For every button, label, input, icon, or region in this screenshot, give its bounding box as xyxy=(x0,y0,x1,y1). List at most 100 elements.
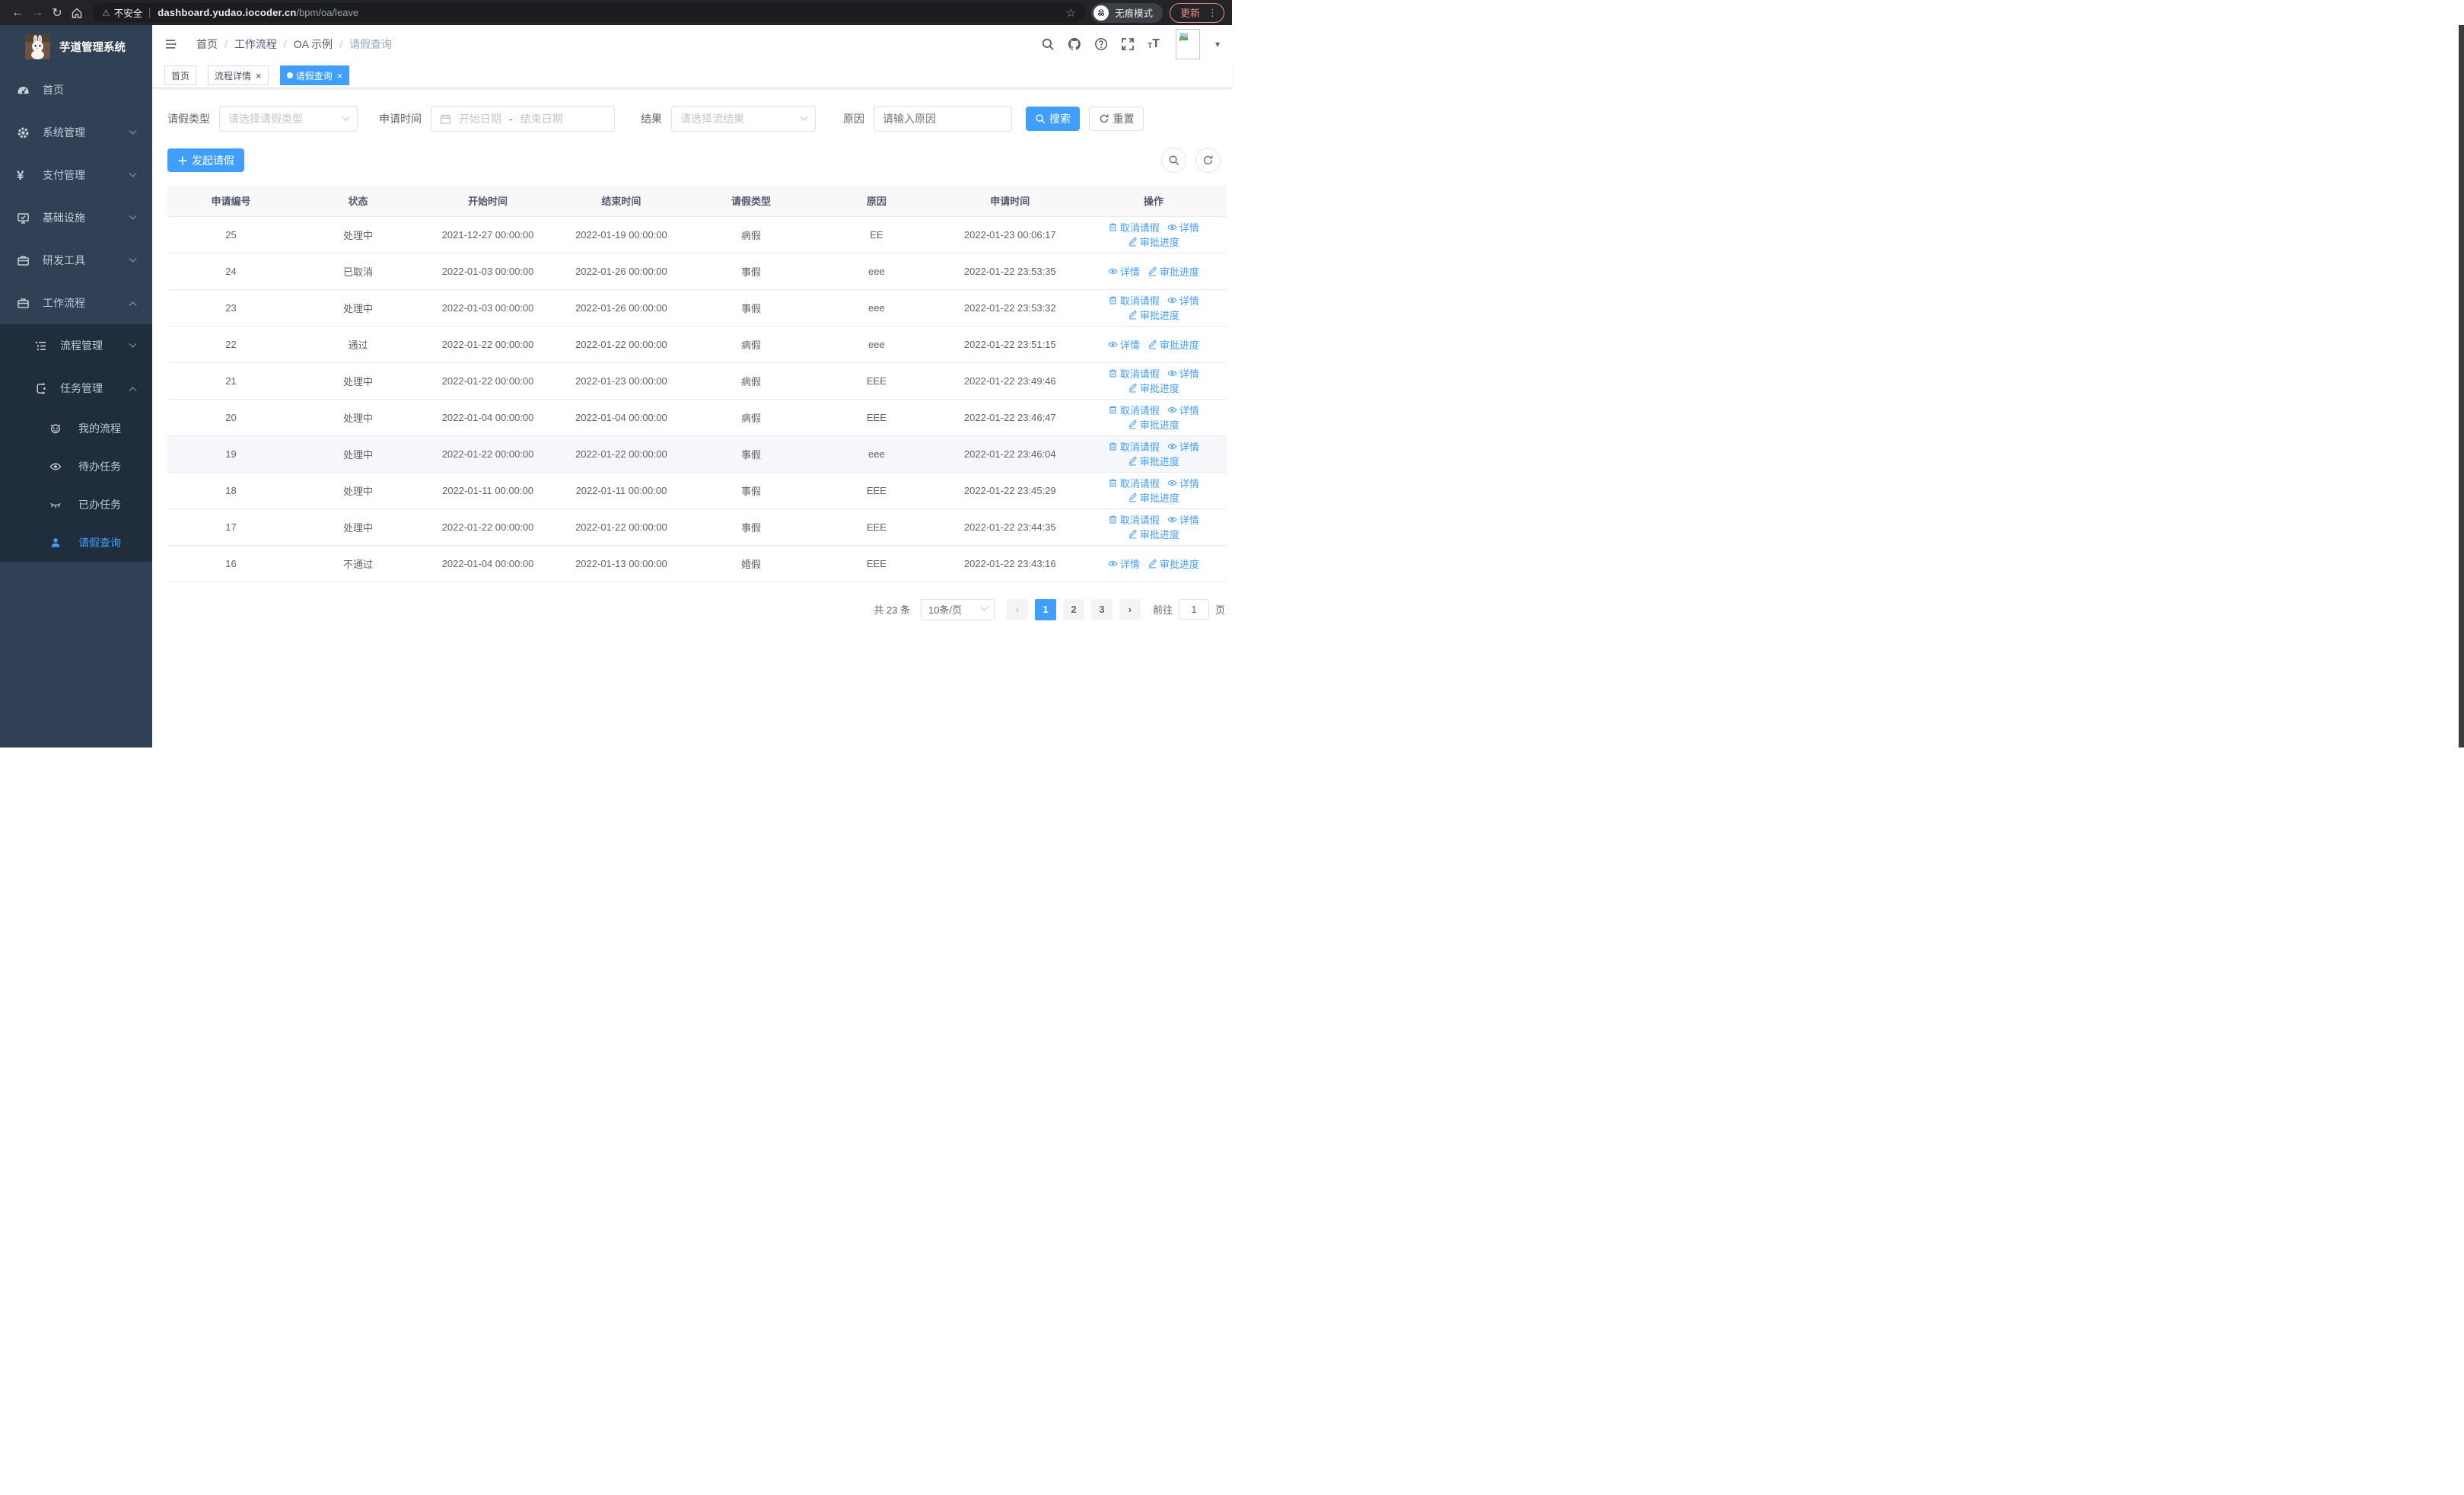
avatar-caret-icon[interactable]: ▾ xyxy=(1215,39,1220,49)
start-date-placeholder[interactable]: 开始日期 xyxy=(459,111,501,126)
chevron-down-icon xyxy=(129,169,137,177)
progress-link[interactable]: 审批进度 xyxy=(1128,527,1179,541)
cancel-leave-link[interactable]: 取消请假 xyxy=(1108,403,1160,417)
font-size-icon[interactable]: TT xyxy=(1148,38,1160,50)
browser-forward-button[interactable]: → xyxy=(27,3,47,23)
cancel-leave-link[interactable]: 取消请假 xyxy=(1108,476,1160,490)
sidebar-item-process-mgmt[interactable]: 流程管理 xyxy=(0,324,152,367)
sidebar-item-system[interactable]: 系统管理 xyxy=(0,111,152,154)
sidebar-item-payment[interactable]: ¥ 支付管理 xyxy=(0,154,152,196)
security-label[interactable]: 不安全 xyxy=(114,5,143,20)
browser-scrollbar[interactable] xyxy=(2459,25,2464,748)
detail-link[interactable]: 详情 xyxy=(1167,476,1199,490)
eye-icon xyxy=(1167,405,1177,415)
page-button-1[interactable]: 1 xyxy=(1034,598,1056,620)
table-row[interactable]: 19 处理中 2022-01-22 00:00:00 2022-01-22 00:00… xyxy=(167,435,1227,473)
progress-link[interactable]: 审批进度 xyxy=(1148,264,1199,279)
detail-link[interactable]: 详情 xyxy=(1167,403,1199,417)
cancel-leave-link[interactable]: 取消请假 xyxy=(1108,220,1160,234)
page-button-3[interactable]: 3 xyxy=(1090,598,1113,620)
sidebar-item-my-process[interactable]: 我的流程 xyxy=(0,410,152,448)
reason-input[interactable] xyxy=(874,106,1012,132)
progress-link[interactable]: 审批进度 xyxy=(1128,417,1179,432)
progress-link[interactable]: 审批进度 xyxy=(1128,490,1179,505)
detail-link[interactable]: 详情 xyxy=(1108,264,1140,279)
cancel-leave-link[interactable]: 取消请假 xyxy=(1108,512,1160,527)
prev-page-button[interactable]: ‹ xyxy=(1006,598,1028,620)
result-select[interactable]: 请选择流结果 xyxy=(671,106,816,132)
progress-link[interactable]: 审批进度 xyxy=(1148,337,1199,352)
detail-link[interactable]: 详情 xyxy=(1167,293,1199,308)
breadcrumb-oa-example[interactable]: OA 示例 xyxy=(294,37,333,52)
page-size-select[interactable]: 10条/页 xyxy=(920,598,995,620)
sidebar-item-leave-query[interactable]: 请假查询 xyxy=(0,524,152,562)
table-row[interactable]: 17 处理中 2022-01-22 00:00:00 2022-01-22 00:00… xyxy=(167,508,1227,546)
detail-link[interactable]: 详情 xyxy=(1167,439,1199,454)
tags-bar: 首页 流程详情 × 请假查询 × xyxy=(152,63,1232,88)
breadcrumb-workflow[interactable]: 工作流程 xyxy=(234,37,277,52)
browser-back-button[interactable]: ← xyxy=(8,3,27,23)
leave-type-select[interactable]: 请选择请假类型 xyxy=(219,106,358,132)
sidebar-fold-icon[interactable] xyxy=(164,38,177,50)
fullscreen-icon[interactable] xyxy=(1121,37,1135,51)
browser-update-button[interactable]: 更新 ⋮ xyxy=(1169,2,1224,23)
end-date-placeholder[interactable]: 结束日期 xyxy=(520,111,563,126)
create-leave-button[interactable]: 发起请假 xyxy=(167,148,244,172)
browser-reload-button[interactable]: ↻ xyxy=(47,3,67,23)
detail-link[interactable]: 详情 xyxy=(1167,366,1199,381)
detail-link[interactable]: 详情 xyxy=(1108,337,1140,352)
browser-home-button[interactable] xyxy=(67,3,87,23)
detail-link[interactable]: 详情 xyxy=(1167,220,1199,234)
table-row[interactable]: 21 处理中 2022-01-22 00:00:00 2022-01-23 00:00… xyxy=(167,362,1227,400)
sidebar-item-infrastructure[interactable]: 基础设施 xyxy=(0,196,152,239)
tab-leave-query[interactable]: 请假查询 × xyxy=(279,65,350,85)
bookmark-star-icon[interactable]: ☆ xyxy=(1066,6,1076,20)
url-path: /bpm/oa/leave xyxy=(296,7,359,18)
sidebar-item-done-tasks[interactable]: 已办任务 xyxy=(0,486,152,524)
apply-time-range-picker[interactable]: 开始日期 - 结束日期 xyxy=(431,106,615,132)
goto-page-input[interactable] xyxy=(1178,599,1209,620)
browser-menu-dots-icon[interactable]: ⋮ xyxy=(1208,7,1218,19)
trash-icon xyxy=(1108,515,1118,524)
sidebar-item-home[interactable]: 首页 xyxy=(0,69,152,111)
cancel-leave-link[interactable]: 取消请假 xyxy=(1108,293,1160,308)
page-button-2[interactable]: 2 xyxy=(1062,598,1084,620)
table-row[interactable]: 23 处理中 2022-01-03 00:00:00 2022-01-26 00:00… xyxy=(167,289,1227,327)
search-icon[interactable] xyxy=(1041,37,1055,51)
next-page-button[interactable]: › xyxy=(1119,598,1141,620)
sidebar-item-todo-tasks[interactable]: 待办任务 xyxy=(0,448,152,486)
refresh-icon xyxy=(1099,113,1109,124)
detail-link[interactable]: 详情 xyxy=(1108,556,1140,571)
cancel-leave-link[interactable]: 取消请假 xyxy=(1108,366,1160,381)
table-row[interactable]: 25 处理中 2021-12-27 00:00:00 2022-01-19 00:00… xyxy=(167,216,1227,253)
progress-link[interactable]: 审批进度 xyxy=(1128,234,1179,249)
sidebar-item-task-mgmt[interactable]: 任务管理 xyxy=(0,367,152,410)
avatar[interactable] xyxy=(1175,29,1200,59)
close-icon[interactable]: × xyxy=(337,71,343,81)
table-row[interactable]: 20 处理中 2022-01-04 00:00:00 2022-01-04 00:00… xyxy=(167,399,1227,436)
detail-link[interactable]: 详情 xyxy=(1167,512,1199,527)
github-icon[interactable] xyxy=(1068,37,1081,51)
help-icon[interactable] xyxy=(1094,37,1108,51)
cancel-leave-link[interactable]: 取消请假 xyxy=(1108,439,1160,454)
refresh-table-button[interactable] xyxy=(1195,148,1221,173)
apply-time-label: 申请时间 xyxy=(379,113,422,125)
show-search-button[interactable] xyxy=(1161,148,1186,173)
progress-link[interactable]: 审批进度 xyxy=(1128,381,1179,395)
sidebar-item-dev-tools[interactable]: 研发工具 xyxy=(0,239,152,282)
tab-home[interactable]: 首页 xyxy=(164,65,197,85)
progress-link[interactable]: 审批进度 xyxy=(1128,308,1179,322)
breadcrumb-home[interactable]: 首页 xyxy=(196,37,218,52)
table-row[interactable]: 16 不通过 2022-01-04 00:00:00 2022-01-13 00:00… xyxy=(167,545,1227,582)
progress-link[interactable]: 审批进度 xyxy=(1128,454,1179,468)
table-row[interactable]: 24 已取消 2022-01-03 00:00:00 2022-01-26 00:00… xyxy=(167,253,1227,290)
table-row[interactable]: 22 通过 2022-01-22 00:00:00 2022-01-22 00:00:… xyxy=(167,326,1227,363)
search-button[interactable]: 搜索 xyxy=(1026,107,1080,131)
reset-button[interactable]: 重置 xyxy=(1089,107,1144,131)
table-row[interactable]: 18 处理中 2022-01-11 00:00:00 2022-01-11 00:00… xyxy=(167,472,1227,509)
sidebar-item-workflow[interactable]: 工作流程 xyxy=(0,282,152,324)
close-icon[interactable]: × xyxy=(256,71,262,81)
address-bar[interactable]: ⚠ 不安全 dashboard.yudao.iocoder.cn /bpm/oa… xyxy=(93,3,1085,22)
tab-process-detail[interactable]: 流程详情 × xyxy=(208,65,269,85)
progress-link[interactable]: 审批进度 xyxy=(1148,556,1199,571)
